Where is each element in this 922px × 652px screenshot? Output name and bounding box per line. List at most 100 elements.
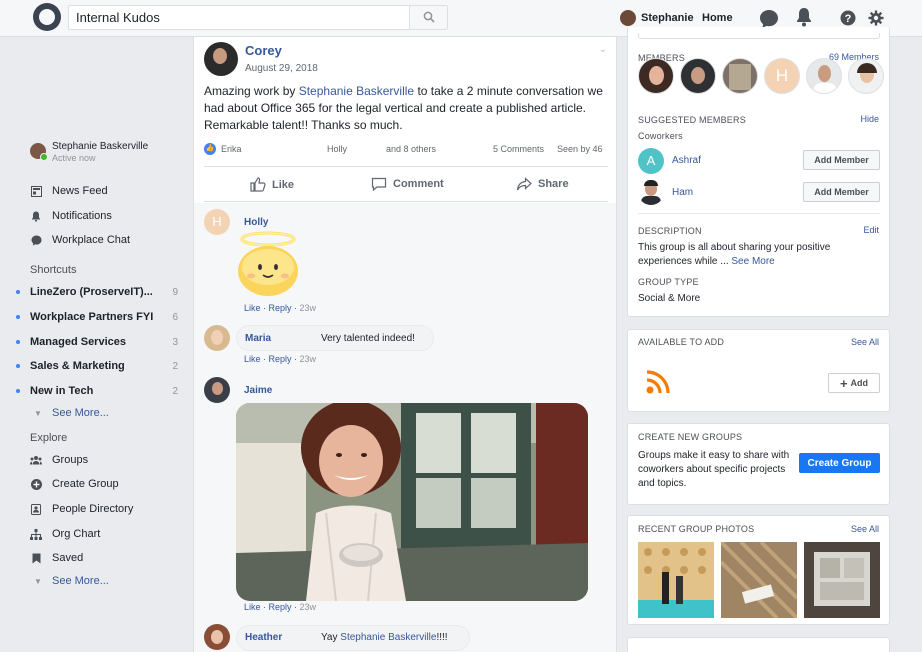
comment-time[interactable]: 23w <box>300 354 317 364</box>
comment-author[interactable]: Heather <box>245 632 282 643</box>
news-feed-icon <box>30 185 42 197</box>
group-photo[interactable] <box>638 542 714 618</box>
comment-author[interactable]: Holly <box>244 217 268 228</box>
plus-icon: + <box>839 375 848 391</box>
svg-text:?: ? <box>845 13 852 25</box>
suggested-members-heading: SUGGESTED MEMBERS <box>638 115 746 125</box>
hide-suggested-link[interactable]: Hide <box>860 114 879 124</box>
avatar[interactable] <box>204 377 230 403</box>
comment-gif-image[interactable] <box>236 403 588 601</box>
comment-reply-link[interactable]: Reply <box>269 303 292 313</box>
nav-label: Workplace Chat <box>52 234 131 246</box>
chat-icon[interactable] <box>759 9 779 29</box>
help-icon[interactable]: ? <box>840 10 856 26</box>
avatar[interactable]: H <box>204 209 230 235</box>
available-heading: AVAILABLE TO ADD <box>638 337 725 347</box>
nav-label: Groups <box>52 454 89 466</box>
nav-workplace-chat[interactable]: Workplace Chat <box>30 232 130 248</box>
share-button[interactable]: Share <box>516 177 569 191</box>
nav-notifications[interactable]: Notifications <box>30 208 112 224</box>
shortcut-managed-services[interactable]: Managed Services 3 <box>16 334 178 350</box>
member-avatar[interactable]: H <box>764 58 800 94</box>
home-link[interactable]: Home <box>702 12 733 24</box>
shortcuts-see-more[interactable]: ▼ See More... <box>34 407 109 419</box>
suggested-member-name[interactable]: Ham <box>672 187 693 198</box>
available-to-add-card: AVAILABLE TO ADD See All + Add <box>627 329 890 412</box>
like-button[interactable]: Like <box>250 177 294 192</box>
nav-saved[interactable]: Saved <box>30 550 83 566</box>
unread-dot <box>16 340 20 344</box>
reactor-name[interactable]: Holly <box>327 144 347 154</box>
member-avatar[interactable] <box>722 58 758 94</box>
add-integration-button[interactable]: + Add <box>828 373 880 393</box>
explore-see-more[interactable]: ▼ See More... <box>34 575 109 587</box>
available-see-all-link[interactable]: See All <box>851 337 879 347</box>
suggested-member-name[interactable]: Ashraf <box>672 155 701 166</box>
comments-count[interactable]: 5 Comments <box>493 144 544 154</box>
nav-create-group[interactable]: Create Group <box>30 476 119 492</box>
comment-author[interactable]: Jaime <box>244 385 272 396</box>
post-author[interactable]: Corey <box>245 43 318 58</box>
avatar[interactable] <box>204 624 230 650</box>
gear-icon[interactable] <box>868 10 884 26</box>
post-options-chevron-icon[interactable]: ⌄ <box>599 44 607 55</box>
workplace-logo[interactable] <box>33 3 61 31</box>
search-button[interactable] <box>409 6 447 29</box>
comment-author[interactable]: Maria <box>245 333 271 344</box>
avatar[interactable]: A <box>638 148 664 174</box>
shortcut-count: 2 <box>172 385 178 397</box>
post-header: Corey August 29, 2018 <box>204 42 318 76</box>
search-icon <box>423 11 435 23</box>
nav-org-chart[interactable]: Org Chart <box>30 526 100 542</box>
comment-meta: Like · Reply · 23w <box>244 354 317 364</box>
comment-button[interactable]: Comment <box>371 177 444 191</box>
bell-icon[interactable] <box>795 7 813 27</box>
nav-news-feed[interactable]: News Feed <box>30 183 108 199</box>
comment-time[interactable]: 23w <box>300 602 317 612</box>
reactor-others[interactable]: and 8 others <box>386 144 436 154</box>
group-photo[interactable] <box>804 542 880 618</box>
photos-see-all-link[interactable]: See All <box>851 524 879 534</box>
post-date[interactable]: August 29, 2018 <box>245 63 318 74</box>
nav-groups[interactable]: Groups <box>30 452 88 468</box>
member-avatar[interactable] <box>680 58 716 94</box>
profile-link[interactable]: Stephanie <box>620 10 694 26</box>
left-sidebar: Stephanie Baskerville Active now News Fe… <box>0 37 192 652</box>
shortcut-linezero[interactable]: LineZero (ProserveIT)... 9 <box>16 284 178 300</box>
edit-description-link[interactable]: Edit <box>863 225 879 235</box>
add-member-button[interactable]: Add Member <box>803 182 880 202</box>
nav-people-directory[interactable]: People Directory <box>30 501 133 517</box>
bookmark-icon <box>30 552 42 564</box>
avatar[interactable] <box>638 179 664 205</box>
avatar[interactable] <box>204 325 230 351</box>
comment-like-link[interactable]: Like <box>244 354 261 364</box>
member-avatar[interactable] <box>806 58 842 94</box>
comment-like-link[interactable]: Like <box>244 602 261 612</box>
reactor-name[interactable]: Erika <box>221 144 242 154</box>
add-member-button[interactable]: Add Member <box>803 150 880 170</box>
angel-sticker-icon <box>238 231 298 296</box>
mention-link[interactable]: Stephanie Baskerville <box>299 84 414 98</box>
shortcut-count: 3 <box>172 336 178 348</box>
search-input[interactable] <box>69 6 409 29</box>
group-photo[interactable] <box>721 542 797 618</box>
comment-time[interactable]: 23w <box>300 303 317 313</box>
shortcut-new-in-tech[interactable]: New in Tech 2 <box>16 383 178 399</box>
add-label: Add <box>850 378 869 388</box>
mention-link[interactable]: Stephanie Baskerville <box>340 632 436 643</box>
create-group-button[interactable]: Create Group <box>799 453 880 473</box>
member-avatar[interactable] <box>638 58 674 94</box>
comment-reply-link[interactable]: Reply <box>269 354 292 364</box>
nav-label: Create Group <box>52 478 119 490</box>
create-groups-heading: CREATE NEW GROUPS <box>638 432 743 442</box>
avatar[interactable] <box>204 42 238 76</box>
shortcut-workplace-partners[interactable]: Workplace Partners FYI 6 <box>16 309 178 325</box>
comment-like-link[interactable]: Like <box>244 303 261 313</box>
seen-by[interactable]: Seen by 46 <box>557 144 603 154</box>
comment-text: Yay Stephanie Baskerville!!!! <box>321 632 448 643</box>
shortcut-sales-marketing[interactable]: Sales & Marketing 2 <box>16 358 178 374</box>
comment-reply-link[interactable]: Reply <box>269 602 292 612</box>
description-see-more-link[interactable]: See More <box>731 256 774 267</box>
current-user[interactable]: Stephanie Baskerville Active now <box>30 141 148 163</box>
member-avatar[interactable] <box>848 58 884 94</box>
